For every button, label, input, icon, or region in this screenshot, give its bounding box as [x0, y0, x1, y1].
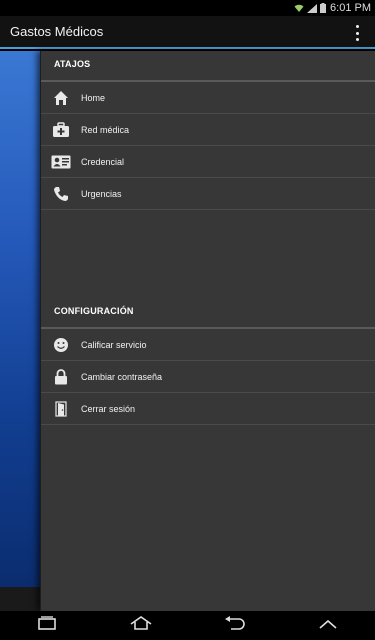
- home-button[interactable]: [126, 616, 156, 636]
- menu-item-label: Credencial: [81, 156, 125, 167]
- menu-item-cambiar-contrasena[interactable]: Cambiar contraseña: [41, 361, 375, 393]
- menu-item-home[interactable]: Home: [41, 82, 375, 114]
- overflow-menu-icon[interactable]: [353, 25, 361, 41]
- menu-item-red-medica[interactable]: Red médica: [41, 114, 375, 146]
- section-header-settings: CONFIGURACIÓN: [41, 291, 375, 329]
- signal-icon: [307, 3, 318, 13]
- menu-item-label: Cerrar sesión: [81, 403, 136, 414]
- menu-item-label: Red médica: [81, 124, 130, 135]
- action-bar: Gastos Médicos: [0, 16, 375, 49]
- menu-up-button[interactable]: [313, 616, 343, 636]
- system-navigation-bar: [0, 611, 375, 640]
- recent-apps-icon: [36, 616, 58, 635]
- smiley-icon: [41, 329, 81, 361]
- menu-item-calificar-servicio[interactable]: Calificar servicio: [41, 329, 375, 361]
- drawer-spacer: [41, 210, 375, 291]
- menu-item-label: Calificar servicio: [81, 339, 147, 350]
- menu-item-label: Home: [81, 92, 106, 103]
- medical-kit-icon: [41, 114, 81, 146]
- menu-item-label: Cambiar contraseña: [81, 371, 163, 382]
- home-icon: [41, 82, 81, 114]
- status-bar: 6:01 PM: [0, 0, 375, 16]
- battery-icon: [320, 3, 327, 13]
- navigation-drawer: ATAJOS Home Red médica Credencial Urgenc…: [40, 51, 375, 611]
- nav-home-icon: [129, 616, 153, 635]
- app-title: Gastos Médicos: [10, 24, 104, 39]
- status-icons: [294, 3, 327, 13]
- phone-icon: [41, 178, 81, 210]
- lock-icon: [41, 361, 81, 393]
- wifi-icon: [294, 4, 304, 13]
- door-icon: [41, 393, 81, 425]
- menu-item-urgencias[interactable]: Urgencias: [41, 178, 375, 210]
- menu-item-cerrar-sesion[interactable]: Cerrar sesión: [41, 393, 375, 425]
- menu-item-label: Urgencias: [81, 188, 122, 199]
- menu-item-credencial[interactable]: Credencial: [41, 146, 375, 178]
- id-card-icon: [41, 146, 81, 178]
- section-header-shortcuts: ATAJOS: [41, 51, 375, 82]
- status-time: 6:01 PM: [330, 2, 371, 14]
- content-bottom-strip: [0, 587, 40, 611]
- chevron-up-icon: [318, 617, 338, 635]
- back-icon: [223, 616, 246, 635]
- main-content-background: [0, 51, 40, 611]
- recent-apps-button[interactable]: [32, 616, 62, 636]
- back-button[interactable]: [219, 616, 249, 636]
